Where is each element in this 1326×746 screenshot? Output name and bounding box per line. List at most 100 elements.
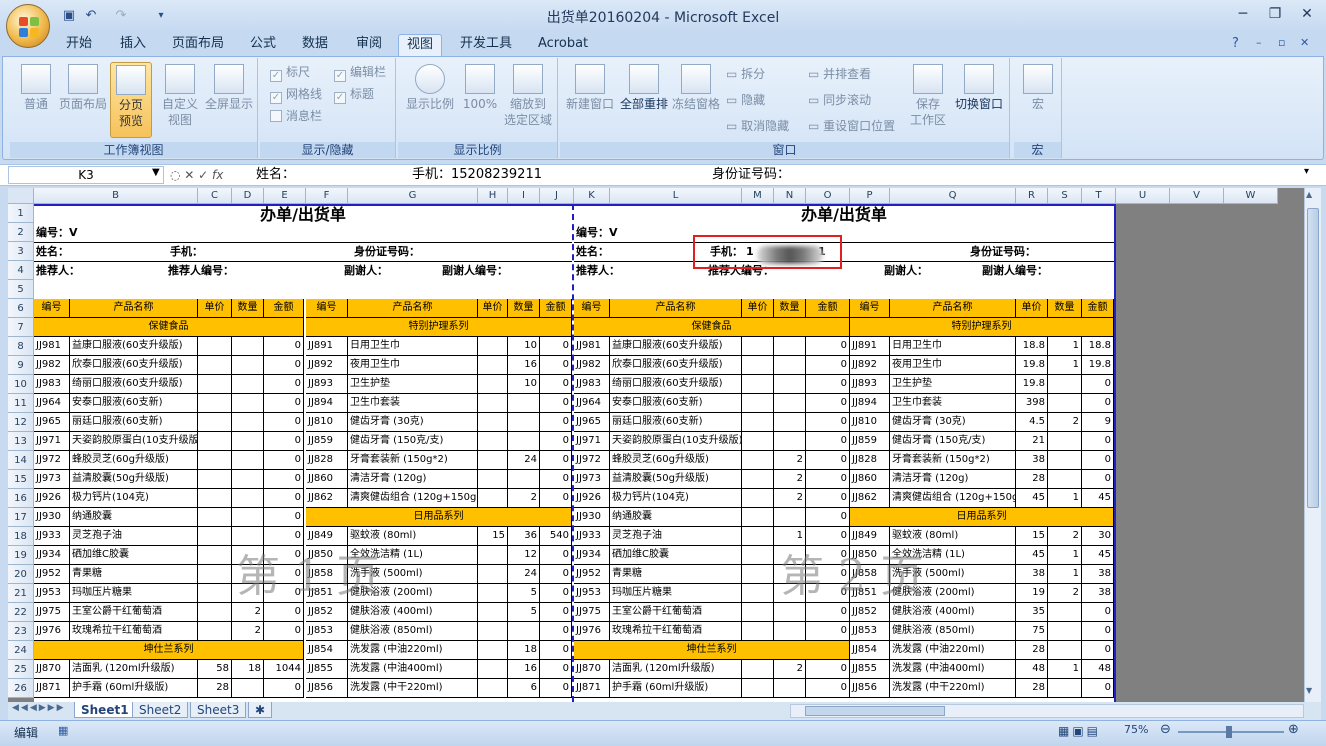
- row-header-17[interactable]: 17: [8, 508, 34, 527]
- table-cell[interactable]: 护手霜 (60ml升级版): [70, 679, 198, 698]
- table-cell[interactable]: 10: [508, 375, 540, 394]
- table-cell[interactable]: [774, 375, 806, 394]
- table-cell[interactable]: JJ854: [306, 641, 348, 660]
- table-cell[interactable]: [478, 641, 508, 660]
- table-cell[interactable]: 蜂胶灵芝(60g升级版): [610, 451, 742, 470]
- table-cell[interactable]: 0: [264, 375, 304, 394]
- table-cell[interactable]: 0: [264, 451, 304, 470]
- row-header-18[interactable]: 18: [8, 527, 34, 546]
- table-cell[interactable]: [198, 375, 232, 394]
- table-cell[interactable]: [742, 660, 774, 679]
- table-cell[interactable]: 健肤浴液 (850ml): [348, 622, 478, 641]
- table-cell[interactable]: 天姿韵胶原蛋白(10支升级版): [610, 432, 742, 451]
- table-cell[interactable]: [198, 432, 232, 451]
- table-cell[interactable]: 洗发露 (中干220ml): [890, 679, 1016, 698]
- table-cell[interactable]: JJ926: [574, 489, 610, 508]
- table-cell[interactable]: 35: [1016, 603, 1048, 622]
- table-cell[interactable]: JJ828: [306, 451, 348, 470]
- table-cell[interactable]: 45: [1082, 489, 1114, 508]
- table-cell[interactable]: JJ894: [306, 394, 348, 413]
- table-cell[interactable]: JJ893: [850, 375, 890, 394]
- row-header-14[interactable]: 14: [8, 451, 34, 470]
- table-cell[interactable]: 0: [540, 489, 572, 508]
- table-cell[interactable]: 蜂胶灵芝(60g升级版): [70, 451, 198, 470]
- row-header-11[interactable]: 11: [8, 394, 34, 413]
- custom-views-button[interactable]: 自定义 视图: [158, 64, 202, 128]
- table-cell[interactable]: 青果糖: [70, 565, 198, 584]
- column-header-W[interactable]: W: [1224, 188, 1278, 204]
- table-cell[interactable]: 0: [540, 356, 572, 375]
- table-cell[interactable]: JJ952: [574, 565, 610, 584]
- table-cell[interactable]: 45: [1016, 489, 1048, 508]
- table-cell[interactable]: 护手霜 (60ml升级版): [610, 679, 742, 698]
- table-header[interactable]: 数量: [774, 299, 806, 318]
- row-header-20[interactable]: 20: [8, 565, 34, 584]
- split-button[interactable]: ▭ 拆分: [726, 64, 765, 84]
- table-cell[interactable]: [742, 527, 774, 546]
- table-cell[interactable]: [478, 622, 508, 641]
- row-header-1[interactable]: 1: [8, 204, 34, 223]
- table-cell[interactable]: [478, 470, 508, 489]
- table-cell[interactable]: [774, 622, 806, 641]
- table-cell[interactable]: [478, 679, 508, 698]
- table-cell[interactable]: [1048, 432, 1082, 451]
- table-cell[interactable]: [774, 413, 806, 432]
- row-header-16[interactable]: 16: [8, 489, 34, 508]
- column-header-V[interactable]: V: [1170, 188, 1224, 204]
- table-cell[interactable]: 益康口服液(60支升级版): [70, 337, 198, 356]
- table-cell[interactable]: JJ856: [850, 679, 890, 698]
- table-cell[interactable]: [232, 508, 264, 527]
- column-header-T[interactable]: T: [1082, 188, 1116, 204]
- table-cell[interactable]: 38: [1016, 451, 1048, 470]
- table-cell[interactable]: JJ870: [574, 660, 610, 679]
- table-cell[interactable]: 45: [1082, 546, 1114, 565]
- table-cell[interactable]: 清洁牙膏 (120g): [890, 470, 1016, 489]
- table-cell[interactable]: 0: [806, 375, 850, 394]
- table-cell[interactable]: 0: [806, 394, 850, 413]
- table-cell[interactable]: 0: [264, 432, 304, 451]
- table-cell[interactable]: [774, 679, 806, 698]
- table-cell[interactable]: 2: [1048, 584, 1082, 603]
- table-cell[interactable]: 0: [540, 432, 572, 451]
- table-cell[interactable]: 2: [1048, 527, 1082, 546]
- table-cell[interactable]: [198, 451, 232, 470]
- table-cell[interactable]: [774, 394, 806, 413]
- column-header-U[interactable]: U: [1116, 188, 1170, 204]
- table-cell[interactable]: JJ852: [306, 603, 348, 622]
- column-header-F[interactable]: F: [306, 188, 348, 204]
- table-cell[interactable]: [232, 375, 264, 394]
- table-cell[interactable]: 0: [806, 489, 850, 508]
- table-cell[interactable]: JJ871: [34, 679, 70, 698]
- table-header[interactable]: 编号: [574, 299, 610, 318]
- table-cell[interactable]: 玛咖压片糖果: [610, 584, 742, 603]
- table-cell[interactable]: 0: [264, 603, 304, 622]
- table-cell[interactable]: JJ934: [574, 546, 610, 565]
- table-cell[interactable]: JJ982: [34, 356, 70, 375]
- table-cell[interactable]: 0: [540, 660, 572, 679]
- tab-insert[interactable]: 插入: [112, 34, 154, 56]
- table-cell[interactable]: JJ965: [34, 413, 70, 432]
- table-cell[interactable]: [478, 375, 508, 394]
- table-header[interactable]: 编号: [306, 299, 348, 318]
- table-cell[interactable]: 540: [540, 527, 572, 546]
- table-cell[interactable]: [478, 565, 508, 584]
- table-cell[interactable]: JJ964: [34, 394, 70, 413]
- zoom-level[interactable]: 75%: [1124, 723, 1148, 736]
- table-cell[interactable]: 0: [264, 413, 304, 432]
- table-header[interactable]: 产品名称: [70, 299, 198, 318]
- table-header[interactable]: 单价: [1016, 299, 1048, 318]
- table-cell[interactable]: 0: [806, 679, 850, 698]
- table-cell[interactable]: [478, 356, 508, 375]
- table-header[interactable]: 编号: [34, 299, 70, 318]
- zoom-out-icon[interactable]: ⊖: [1160, 722, 1171, 737]
- vertical-scroll-thumb[interactable]: [1307, 208, 1319, 508]
- table-cell[interactable]: 安泰口服液(60支新): [70, 394, 198, 413]
- zoom-to-selection-button[interactable]: 缩放到 选定区域: [502, 64, 554, 128]
- table-cell[interactable]: [742, 546, 774, 565]
- zoom-button[interactable]: 显示比例: [402, 64, 458, 112]
- tab-data[interactable]: 数据: [294, 34, 336, 56]
- table-cell[interactable]: JJ933: [34, 527, 70, 546]
- table-cell[interactable]: [198, 413, 232, 432]
- table-cell[interactable]: 0: [806, 622, 850, 641]
- new-window-button[interactable]: 新建窗口: [562, 64, 618, 112]
